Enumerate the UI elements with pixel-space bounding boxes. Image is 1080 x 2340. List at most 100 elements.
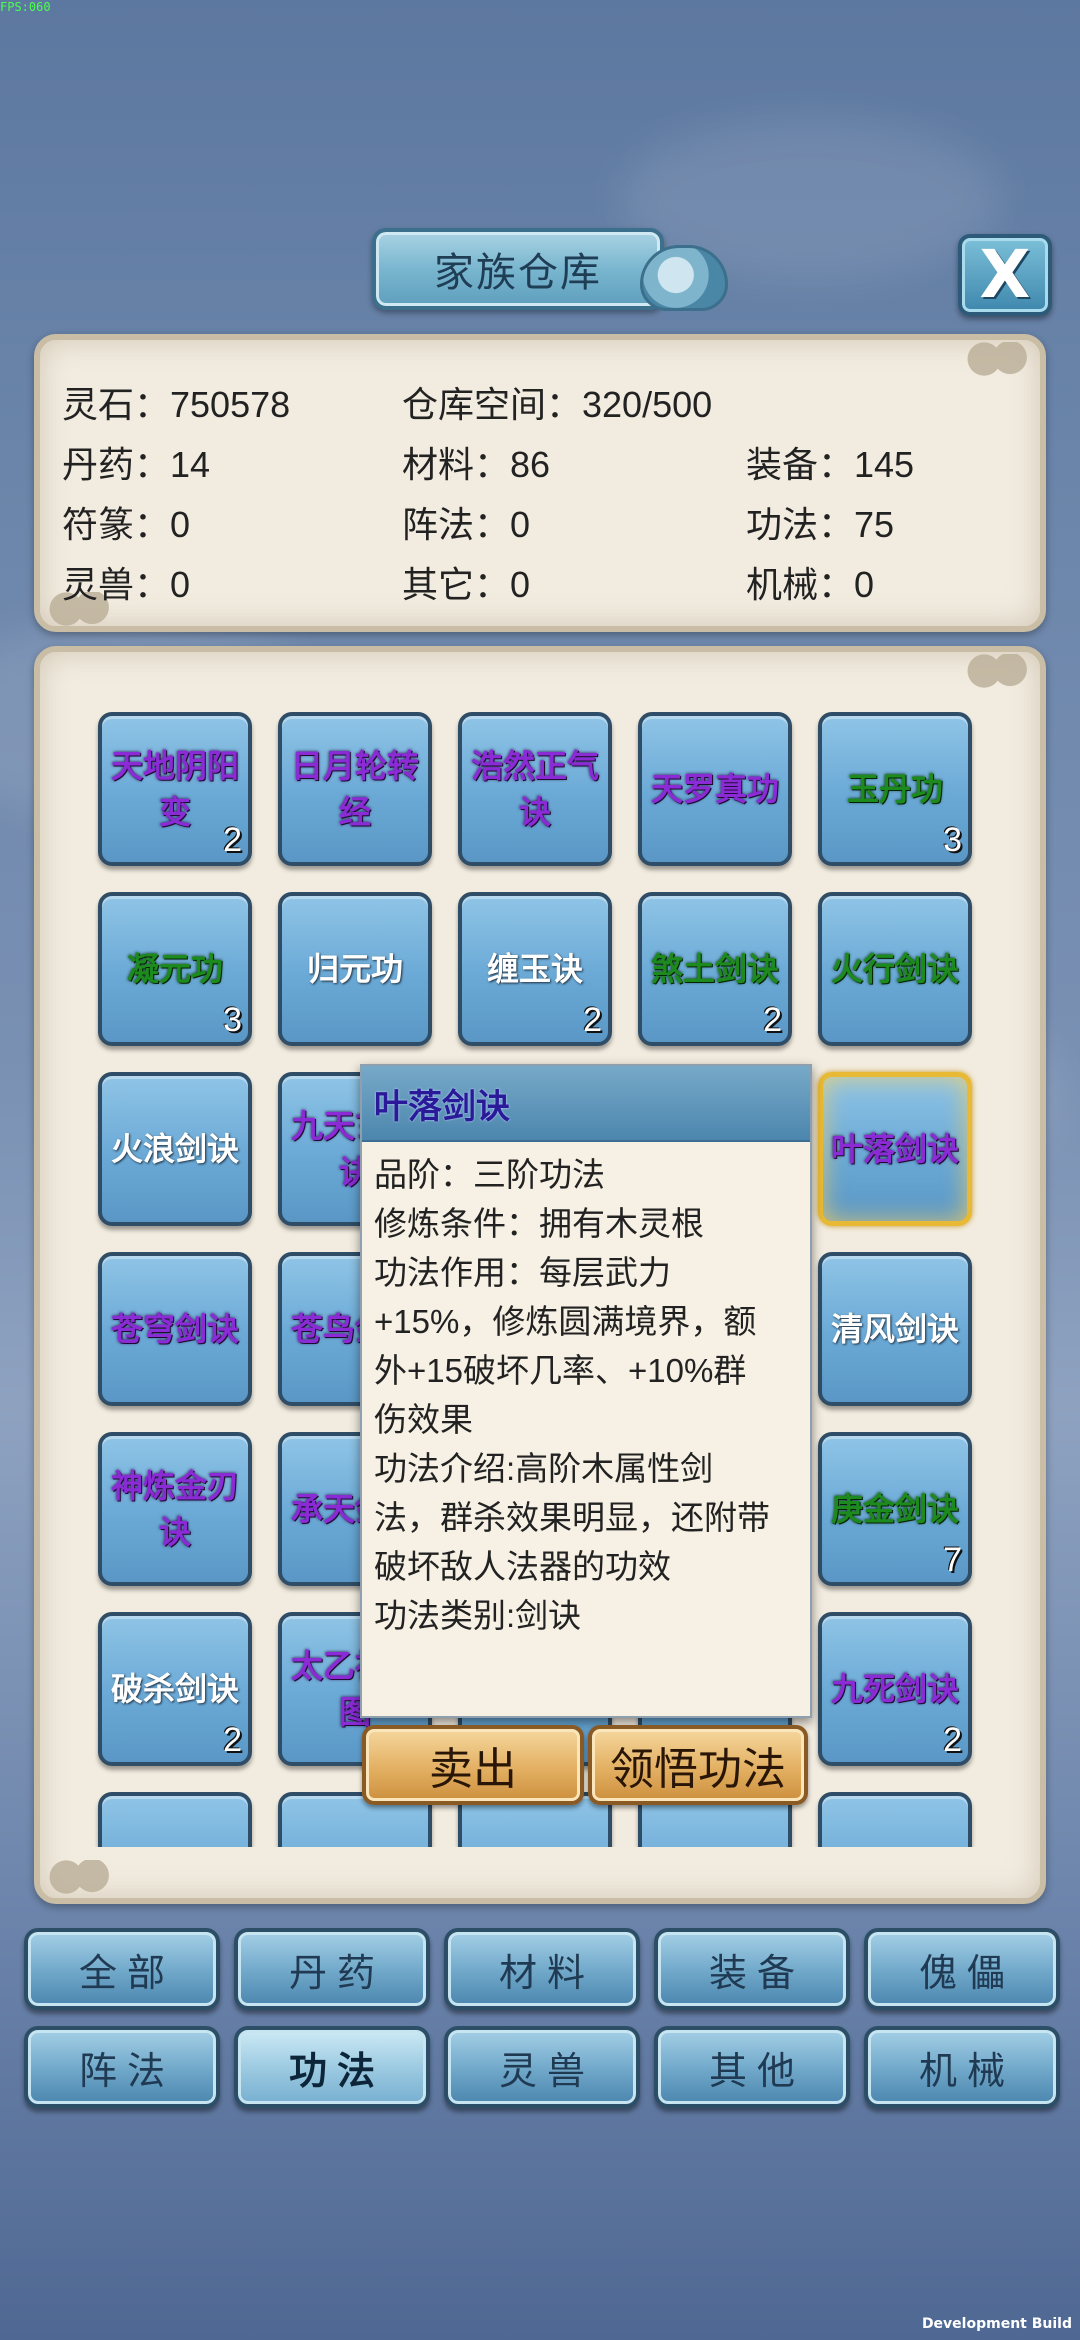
stat-gongfa: 功法：75 [746, 504, 895, 545]
item-name: 煞土剑诀 [650, 951, 779, 987]
item-name: 玉丹功 [846, 771, 943, 807]
tooltip-title: 叶落剑诀 [374, 1087, 510, 1126]
item-name: 日月轮转经 [290, 748, 419, 830]
item-name: 庚金剑诀 [830, 1491, 959, 1527]
tab-label: 机械 [918, 2050, 1015, 2093]
tab-9[interactable]: 机械 [864, 2026, 1060, 2108]
item-name: 青落剑诀 [825, 1846, 965, 1847]
item-slot[interactable]: 清风剑诀 [818, 1252, 972, 1406]
item-slot[interactable]: 庚金剑诀 7 [818, 1432, 972, 1586]
item-name: 神炼金刃诀 [110, 1468, 239, 1550]
tab-label: 灵兽 [498, 2050, 595, 2093]
item-name: 清风剑诀 [830, 1311, 959, 1347]
stat-lingshou: 灵兽：0 [62, 564, 191, 605]
close-button[interactable]: X [958, 234, 1052, 316]
item-slot[interactable]: 火浪剑诀 [98, 1072, 252, 1226]
tab-7[interactable]: 灵兽 [444, 2026, 640, 2108]
tab-label: 傀儡 [918, 1952, 1015, 1995]
stat-qita: 其它：0 [402, 564, 531, 605]
tab-6[interactable]: 功法 [234, 2026, 430, 2108]
tab-label: 全部 [78, 1952, 175, 1995]
item-count: 2 [763, 1001, 782, 1039]
item-count: 3 [223, 1001, 242, 1039]
item-name: 凝元功 [126, 951, 223, 987]
item-count: 3 [943, 821, 962, 859]
tooltip-line: 功法作用：每层武力 [374, 1254, 671, 1291]
tab-4[interactable]: 傀儡 [864, 1928, 1060, 2010]
item-slot[interactable]: 火行剑诀 [818, 892, 972, 1046]
tooltip-line: 伤效果 [374, 1401, 473, 1438]
item-slot[interactable]: 九死剑诀 2 [818, 1612, 972, 1766]
stat-zhuangbei: 装备：145 [746, 444, 915, 485]
tab-label: 其他 [708, 2050, 805, 2093]
tooltip-header: 叶落剑诀 [362, 1066, 810, 1142]
item-count: 7 [943, 1541, 962, 1579]
item-slot[interactable]: 凝元功 3 [98, 892, 252, 1046]
tab-label: 装备 [708, 1952, 805, 1995]
page-title-text: 家族仓库 [434, 250, 602, 296]
tab-5[interactable]: 阵法 [24, 2026, 220, 2108]
stat-fulu: 符篆：0 [62, 504, 191, 545]
item-name: 破杀剑诀 [110, 1671, 239, 1707]
item-name: 叶落剑诀 [830, 1131, 959, 1167]
stat-danyao: 丹药：14 [62, 444, 211, 485]
tab-1[interactable]: 丹药 [234, 1928, 430, 2010]
dev-build-label: Development Build [921, 2316, 1072, 2332]
item-slot[interactable]: 天地阴阳变 2 [98, 712, 252, 866]
tooltip-line: 功法类别:剑诀 [374, 1597, 582, 1634]
item-name: 天罗真功 [650, 771, 779, 807]
item-name: 归元功 [306, 951, 403, 987]
cloud-ornament [44, 1860, 118, 1894]
tab-label: 丹药 [288, 1952, 385, 1995]
item-name: 苍穹剑诀 [110, 1311, 239, 1347]
tab-label: 阵法 [78, 2050, 175, 2093]
tab-0[interactable]: 全部 [24, 1928, 220, 2010]
item-slot[interactable]: 玉丹功 3 [818, 712, 972, 866]
item-tooltip: 叶落剑诀 品阶：三阶功法修炼条件：拥有木灵根 功法作用：每层武力 +15%，修炼圆满… [360, 1064, 812, 1718]
stats-panel: 灵石：750578 仓库空间：320/500 丹药：14 材料：86 装备：14… [34, 334, 1046, 632]
item-count: 2 [943, 1721, 962, 1759]
tooltip-line: 破坏敌人法器的功效 [374, 1548, 671, 1585]
item-slot[interactable]: 苍穹剑诀 [98, 1252, 252, 1406]
item-slot[interactable] [98, 1792, 252, 1847]
close-icon: X [979, 236, 1031, 313]
tooltip-line: 修炼条件：拥有木灵根 [374, 1205, 704, 1242]
tab-8[interactable]: 其他 [654, 2026, 850, 2108]
item-slot[interactable]: 天罗真功 [638, 712, 792, 866]
tab-2[interactable]: 材料 [444, 1928, 640, 2010]
sell-button-label: 卖出 [429, 1745, 517, 1794]
tooltip-line: 功法介绍:高阶木属性剑 [374, 1450, 714, 1487]
item-slot[interactable]: 归元功 [278, 892, 432, 1046]
learn-skill-button-label: 领悟功法 [610, 1745, 786, 1794]
tooltip-line: +15%，修炼圆满境界，额 [374, 1303, 757, 1340]
tab-3[interactable]: 装备 [654, 1928, 850, 2010]
item-count: 2 [583, 1001, 602, 1039]
tooltip-body: 品阶：三阶功法修炼条件：拥有木灵根 功法作用：每层武力 +15%，修炼圆满境界，额外… [362, 1142, 810, 1648]
item-count: 2 [223, 821, 242, 859]
tooltip-line: 外+15破坏几率、+10%群 [374, 1352, 747, 1389]
cloud-ornament [962, 342, 1036, 376]
stat-space: 仓库空间：320/500 [402, 384, 713, 425]
tab-label: 功法 [288, 2050, 385, 2093]
item-slot[interactable]: 神炼金刃诀 [98, 1432, 252, 1586]
stat-zhenfa: 阵法：0 [402, 504, 531, 545]
stat-cailiao: 材料：86 [402, 444, 551, 485]
item-slot[interactable]: 叶落剑诀 [818, 1072, 972, 1226]
tooltip-line: 法，群杀效果明显，还附带 [374, 1499, 770, 1536]
title-cloud-ornament [640, 245, 728, 311]
item-slot[interactable]: 煞土剑诀 2 [638, 892, 792, 1046]
item-slot[interactable]: 青落剑诀 [818, 1792, 972, 1847]
fps-counter: FPS:060 [0, 0, 51, 14]
item-name: 火浪剑诀 [110, 1131, 239, 1167]
page-title: 家族仓库 [372, 228, 664, 310]
item-slot[interactable]: 缠玉诀 2 [458, 892, 612, 1046]
tooltip-line: 品阶：三阶功法 [374, 1156, 605, 1193]
item-count: 2 [223, 1721, 242, 1759]
item-slot[interactable]: 破杀剑诀 2 [98, 1612, 252, 1766]
item-slot[interactable]: 日月轮转经 [278, 712, 432, 866]
learn-skill-button[interactable]: 领悟功法 [588, 1725, 808, 1805]
tab-label: 材料 [498, 1952, 595, 1995]
sell-button[interactable]: 卖出 [362, 1725, 584, 1805]
stat-jixie: 机械：0 [746, 564, 875, 605]
item-slot[interactable]: 浩然正气诀 [458, 712, 612, 866]
